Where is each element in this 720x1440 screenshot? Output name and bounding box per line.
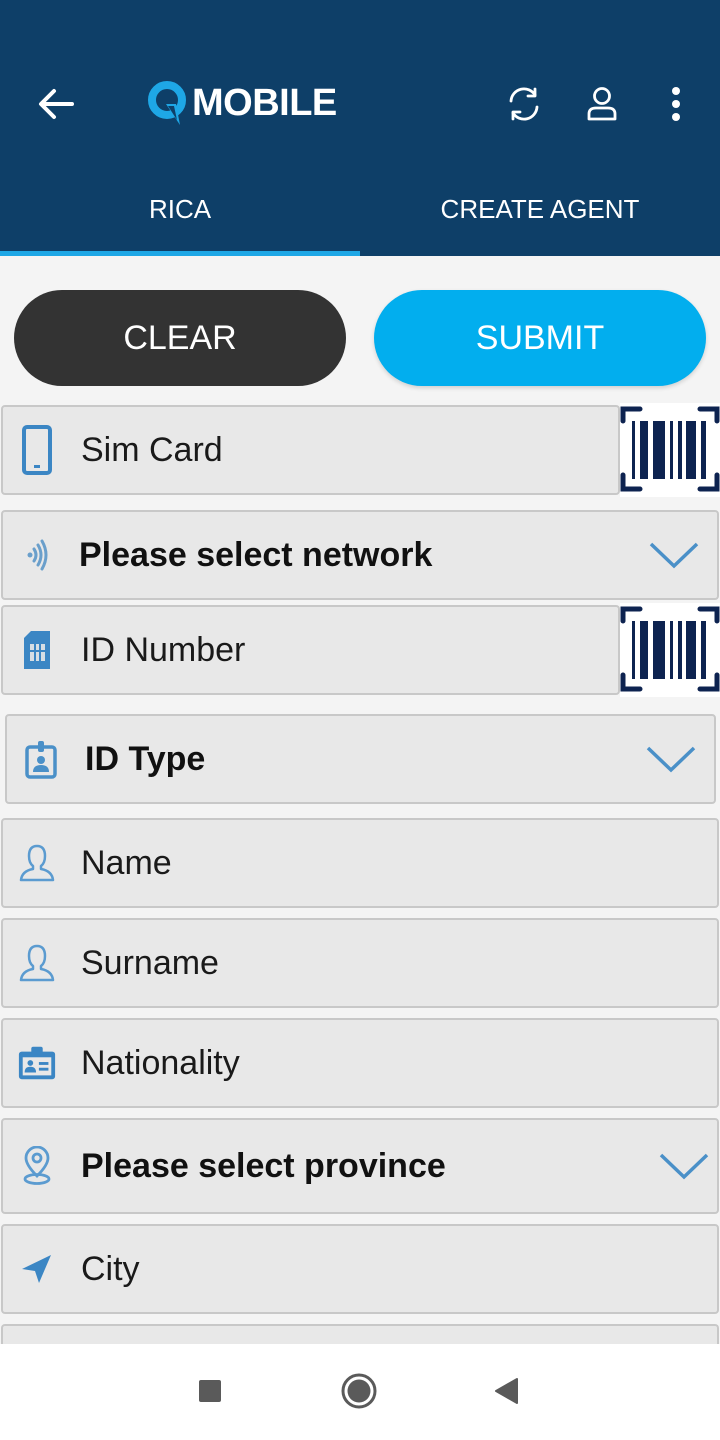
q-logo-icon (148, 81, 186, 125)
system-navigation-bar (0, 1344, 720, 1440)
circle-icon (341, 1373, 377, 1409)
person-icon (17, 843, 57, 883)
more-vertical-icon (672, 87, 680, 121)
triangle-back-icon (495, 1378, 518, 1404)
chevron-down-icon (646, 746, 696, 773)
network-select-value: Please select network (79, 535, 433, 574)
id-type-select[interactable]: ID Type (5, 714, 716, 804)
submit-button[interactable]: SUBMIT (374, 290, 706, 386)
city-field[interactable]: City (1, 1224, 719, 1314)
tab-rica[interactable]: RICA (0, 180, 360, 256)
recent-apps-button[interactable] (185, 1366, 235, 1416)
square-icon (199, 1380, 221, 1402)
refresh-icon (509, 87, 539, 121)
province-select[interactable]: Please select province (1, 1118, 719, 1214)
name-field[interactable]: Name (1, 818, 719, 908)
scan-id-number-button[interactable] (620, 603, 720, 697)
id-badge-icon (21, 739, 61, 779)
tab-rica-label: RICA (148, 194, 212, 224)
id-number-field[interactable]: ID Number (1, 605, 620, 695)
barcode-scan-icon (620, 606, 720, 692)
more-options-button[interactable] (654, 82, 698, 126)
barcode-scan-icon (620, 406, 720, 492)
location-pin-icon (17, 1146, 57, 1186)
brand-name: MOBILE (192, 81, 337, 124)
nationality-field[interactable]: Nationality (1, 1018, 719, 1108)
app-logo: MOBILE (146, 80, 337, 126)
navigation-arrow-icon (17, 1249, 57, 1289)
city-placeholder: City (81, 1249, 140, 1288)
surname-field[interactable]: Surname (1, 918, 719, 1008)
sim-card-field[interactable]: Sim Card (1, 405, 620, 495)
submit-button-label: SUBMIT (475, 318, 605, 357)
refresh-button[interactable] (502, 82, 546, 126)
person-icon (17, 943, 57, 983)
home-button[interactable] (334, 1366, 384, 1416)
app-screen: MOBILE RICA CREATE AGENT CLEAR SUBMIT Si… (0, 0, 720, 1440)
back-button[interactable] (36, 84, 76, 124)
top-app-bar: MOBILE RICA CREATE AGENT (0, 0, 720, 256)
arrow-left-icon (39, 89, 74, 119)
scan-sim-card-button[interactable] (620, 403, 720, 497)
id-number-placeholder: ID Number (81, 630, 246, 669)
sim-card-icon (17, 630, 57, 670)
id-type-select-value: ID Type (85, 739, 206, 778)
chevron-down-icon (659, 1153, 709, 1180)
id-card-icon (17, 1043, 57, 1083)
user-icon (587, 87, 617, 121)
profile-button[interactable] (580, 82, 624, 126)
chevron-down-icon (649, 542, 699, 569)
tab-create-agent-label: CREATE AGENT (440, 194, 640, 224)
signal-icon (17, 535, 57, 575)
system-back-button[interactable] (482, 1366, 532, 1416)
network-select[interactable]: Please select network (1, 510, 719, 600)
active-tab-indicator (0, 251, 360, 256)
nationality-placeholder: Nationality (81, 1043, 240, 1082)
tab-create-agent[interactable]: CREATE AGENT (360, 180, 720, 256)
name-placeholder: Name (81, 843, 172, 882)
province-select-value: Please select province (81, 1146, 446, 1185)
phone-icon (17, 425, 57, 475)
sim-card-placeholder: Sim Card (81, 430, 223, 469)
clear-button[interactable]: CLEAR (14, 290, 346, 386)
clear-button-label: CLEAR (123, 318, 237, 357)
surname-placeholder: Surname (81, 943, 219, 982)
